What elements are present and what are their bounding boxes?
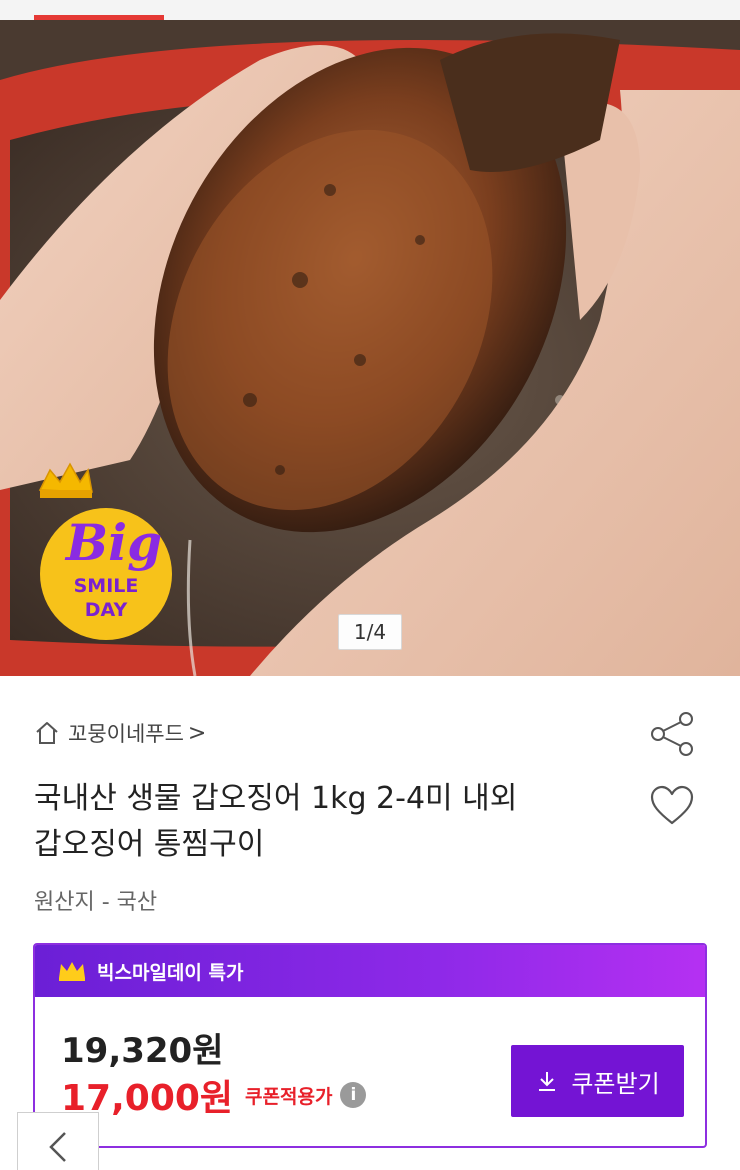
product-title: 국내산 생물 갑오징어 1kg 2-4미 내외 갑오징어 통찜구이 <box>34 776 614 868</box>
product-title-line1: 국내산 생물 갑오징어 1kg 2-4미 내외 <box>34 781 518 816</box>
crown-icon <box>59 962 85 981</box>
deal-header: 빅스마일데이 특가 <box>35 945 705 997</box>
crown-icon <box>38 462 93 498</box>
special-deal-box: 빅스마일데이 특가 19,320원 17,000원 쿠폰적용가 i 쿠폰받기 <box>33 943 707 1148</box>
coupon-applied-label: 쿠폰적용가 <box>245 1085 333 1108</box>
get-coupon-button[interactable]: 쿠폰받기 <box>511 1045 684 1117</box>
product-image-carousel[interactable]: Big SMILE DAY 1/4 <box>0 0 740 676</box>
info-icon[interactable]: i <box>340 1082 367 1108</box>
home-icon <box>36 722 58 744</box>
image-page-indicator: 1/4 <box>338 614 402 650</box>
product-origin: 원산지 - 국산 <box>34 890 158 915</box>
get-coupon-label: 쿠폰받기 <box>571 1069 660 1098</box>
badge-big-text: Big <box>64 513 162 572</box>
chevron-right-icon: > <box>187 720 207 746</box>
download-icon <box>539 1072 556 1091</box>
heart-icon[interactable] <box>648 782 696 830</box>
big-smile-day-badge: Big SMILE DAY <box>38 462 172 640</box>
share-icon[interactable] <box>648 710 696 758</box>
back-button[interactable] <box>17 1112 99 1170</box>
deal-header-label: 빅스마일데이 특가 <box>97 961 244 984</box>
chevron-left-icon <box>49 1132 66 1162</box>
store-name: 꼬뭉이네푸드 <box>68 722 184 746</box>
badge-day-text: DAY <box>85 599 128 621</box>
image-progress-track <box>0 0 740 20</box>
sale-price-row: 17,000원 쿠폰적용가 i <box>61 1069 367 1121</box>
original-price: 19,320원 <box>61 1031 224 1071</box>
product-title-line2: 갑오징어 통찜구이 <box>34 827 265 862</box>
store-link[interactable]: 꼬뭉이네푸드 > <box>34 716 206 750</box>
badge-smile-text: SMILE <box>74 575 139 597</box>
